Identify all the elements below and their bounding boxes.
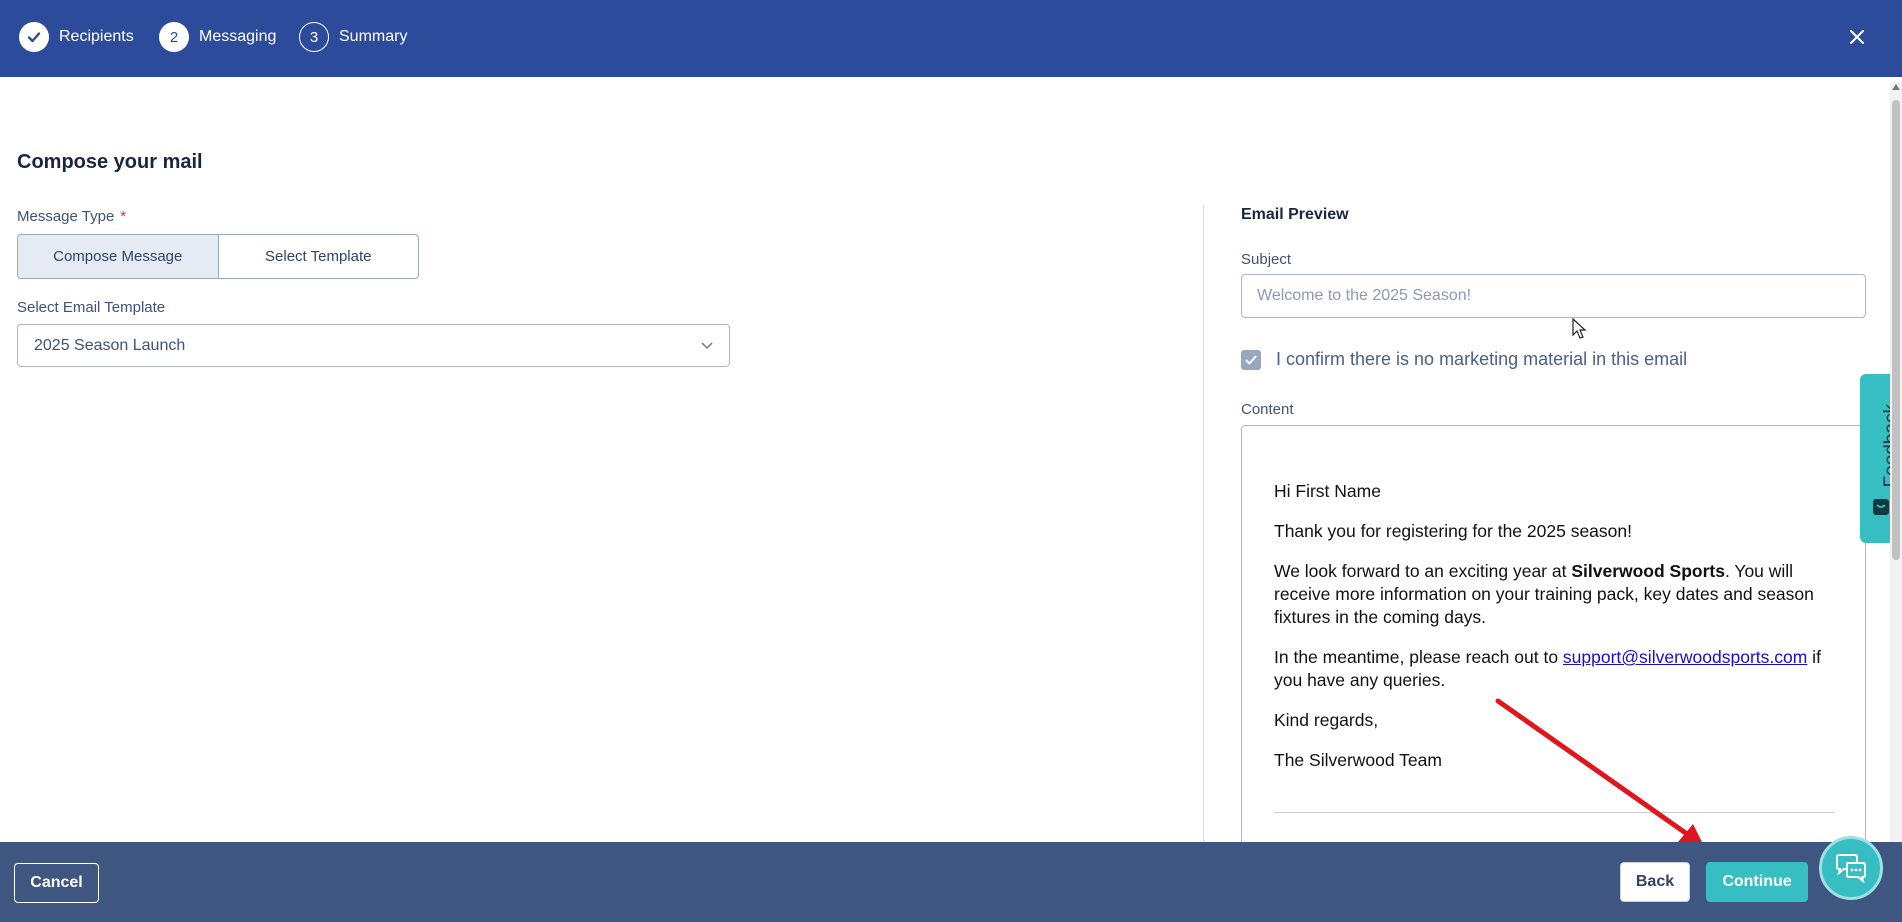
message-type-label: Message Type * — [17, 208, 126, 225]
scroll-up-icon[interactable] — [1892, 84, 1900, 90]
email-line: In the meantime, please reach out to sup… — [1274, 646, 1834, 692]
feedback-icon — [1872, 498, 1890, 521]
chat-icon[interactable] — [1819, 836, 1883, 900]
compose-message-option[interactable]: Compose Message — [18, 235, 219, 278]
required-marker: * — [120, 208, 127, 225]
message-type-label-text: Message Type — [17, 208, 115, 225]
step-label: Summary — [339, 28, 408, 45]
chevron-down-icon — [699, 337, 715, 358]
message-type-toggle: Compose Message Select Template — [17, 234, 419, 279]
step-recipients[interactable]: Recipients — [19, 22, 134, 52]
step-number: 3 — [299, 22, 329, 52]
mouse-cursor-icon — [1572, 318, 1587, 339]
support-email-link[interactable]: support@silverwoodsports.com — [1563, 647, 1807, 667]
confirm-checkbox[interactable] — [1241, 349, 1261, 370]
cancel-button[interactable]: Cancel — [14, 863, 99, 903]
continue-button[interactable]: Continue — [1706, 862, 1808, 902]
email-greeting: Hi First Name — [1274, 481, 1381, 501]
confirm-text: I confirm there is no marketing material… — [1276, 349, 1688, 369]
email-line: Thank you for registering for the 2025 s… — [1274, 521, 1632, 541]
select-template-option[interactable]: Select Template — [219, 235, 419, 278]
scrollbar-thumb[interactable] — [1892, 100, 1900, 560]
page-title: Compose your mail — [17, 151, 203, 173]
stepper-header: Recipients 2 Messaging 3 Summary — [0, 0, 1902, 77]
subject-input[interactable] — [1241, 274, 1866, 318]
template-select[interactable]: 2025 Season Launch — [17, 324, 730, 367]
content-label: Content — [1241, 401, 1294, 418]
step-label: Recipients — [59, 28, 134, 45]
step-summary[interactable]: 3 Summary — [299, 22, 407, 52]
preview-title: Email Preview — [1241, 206, 1349, 223]
email-text: In the meantime, please reach out to — [1274, 647, 1563, 667]
panel-divider — [1203, 205, 1204, 842]
template-select-value: 2025 Season Launch — [34, 336, 186, 354]
email-text: We look forward to an exciting year at — [1274, 561, 1572, 581]
step-label: Messaging — [199, 28, 277, 45]
step-number: 2 — [159, 22, 189, 52]
confirm-no-marketing: I confirm there is no marketing material… — [1241, 349, 1687, 370]
close-icon[interactable] — [1842, 22, 1872, 52]
subject-label: Subject — [1241, 251, 1292, 268]
step-messaging[interactable]: 2 Messaging — [159, 22, 276, 52]
template-label: Select Email Template — [17, 299, 166, 316]
annotation-arrow-icon — [1495, 698, 1704, 846]
back-button[interactable]: Back — [1620, 862, 1690, 902]
check-icon — [19, 22, 49, 52]
scrollbar[interactable] — [1890, 82, 1902, 842]
email-line: We look forward to an exciting year at S… — [1274, 560, 1834, 629]
organisation-name: Silverwood Sports — [1571, 561, 1725, 581]
footer-bar: Cancel Back Continue — [0, 842, 1902, 922]
